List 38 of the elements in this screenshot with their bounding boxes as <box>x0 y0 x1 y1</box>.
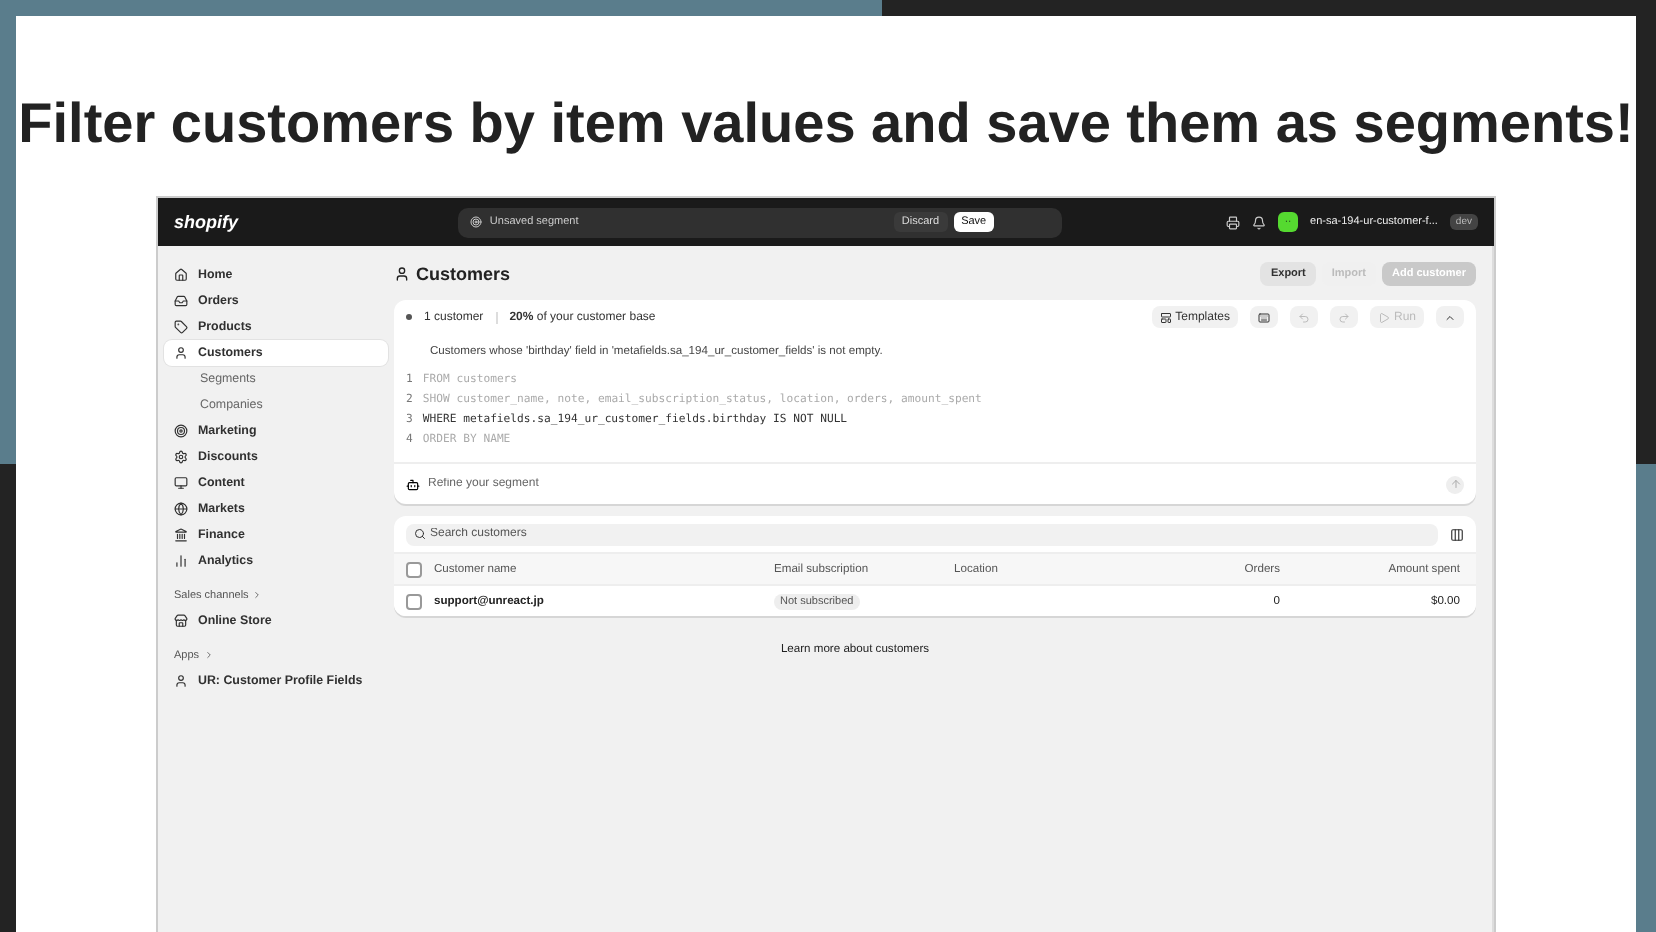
person-icon <box>394 265 410 281</box>
person-icon <box>174 346 188 360</box>
redo-icon <box>1337 311 1350 323</box>
play-icon <box>1377 311 1390 323</box>
keyboard-button[interactable] <box>1249 306 1278 328</box>
gear-icon <box>174 450 188 464</box>
bell-icon <box>1252 215 1267 229</box>
inbox-icon <box>174 294 188 308</box>
template-icon <box>1159 311 1172 323</box>
store-icon <box>174 614 188 628</box>
assistant-icon <box>406 477 420 491</box>
chevron-icon <box>252 590 263 600</box>
monitor-icon <box>174 476 188 490</box>
columns-icon <box>1450 527 1464 541</box>
chevron-up-icon <box>1444 311 1456 323</box>
globe-icon <box>174 502 188 516</box>
target-icon <box>174 424 188 438</box>
checkbox[interactable] <box>406 593 422 609</box>
undo-icon <box>1297 311 1310 323</box>
undo-button[interactable] <box>1289 306 1318 328</box>
logo: shopify <box>174 212 239 232</box>
arrow-up-icon <box>1449 478 1461 490</box>
send-button[interactable] <box>1446 475 1464 493</box>
collapse-button[interactable] <box>1436 306 1464 328</box>
status-dot <box>406 314 412 320</box>
keyboard-icon <box>1257 311 1270 323</box>
redo-button[interactable] <box>1329 306 1358 328</box>
tag-icon <box>174 320 188 334</box>
search-icon <box>414 528 426 540</box>
chevron-icon <box>203 650 214 660</box>
house-icon <box>174 268 188 282</box>
printer-icon <box>1226 215 1241 229</box>
bank-icon <box>174 528 188 542</box>
headline: Filter customers by item values and save them as segments! <box>18 92 1634 156</box>
checkbox[interactable] <box>406 561 422 577</box>
person-icon <box>174 674 188 688</box>
page-title: Customers <box>394 263 511 283</box>
bar-chart-icon <box>174 554 188 568</box>
